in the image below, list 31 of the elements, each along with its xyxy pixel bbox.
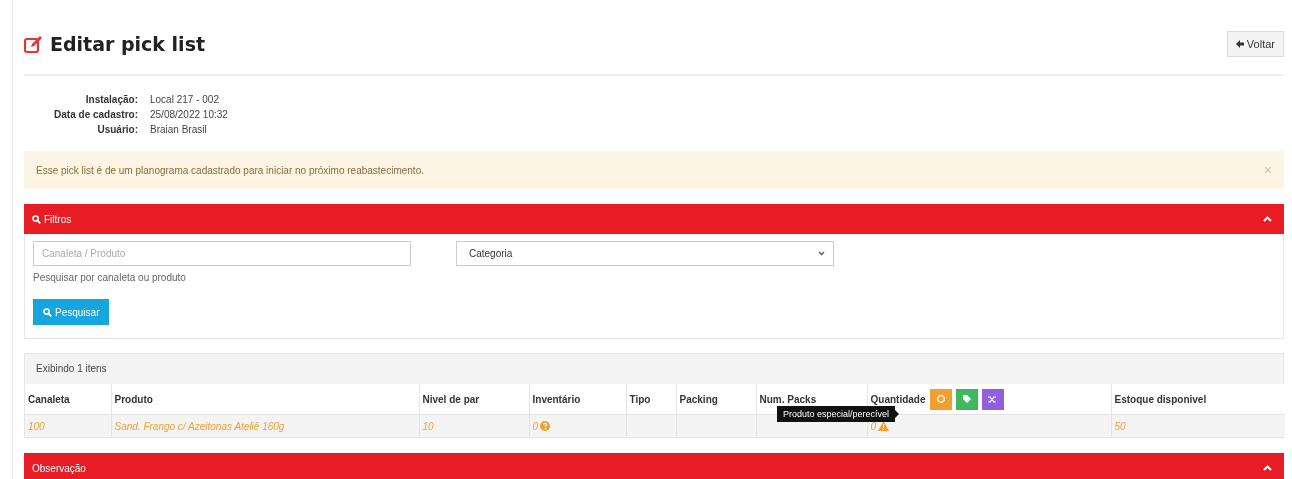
help-text: Pesquisar por canaleta ou produto: [33, 272, 186, 283]
table-cell: 50: [1114, 420, 1126, 432]
alert-message: Esse pick list é de um planograma cadastrado para iniciar no próximo reabastecimento.: [36, 164, 424, 176]
field-label: Usuário:: [97, 123, 138, 137]
column-header: Produto: [114, 393, 153, 405]
column-header: Quantidade: [870, 393, 926, 405]
panel-title: Observação: [32, 462, 86, 474]
column-header: Estoque disponivel: [1114, 393, 1207, 405]
column-header: Packing: [679, 393, 718, 405]
table-cell: 0: [532, 420, 539, 432]
field-value: 25/08/2022 10:32: [150, 108, 229, 122]
column-header: Inventário: [532, 393, 581, 405]
page-title: Editar pick list: [50, 33, 206, 55]
column-header: Nivel de par: [422, 393, 480, 405]
category-dropdown[interactable]: Categoria: [456, 241, 834, 266]
column-header: Tipo: [629, 393, 651, 405]
table-cell: 0: [870, 420, 877, 432]
back-button[interactable]: Voltar: [1226, 31, 1284, 57]
item-count: Exibindo 1 itens: [25, 354, 1283, 384]
column-header: Canaleta: [28, 393, 70, 405]
field-value: Braian Brasil: [150, 123, 208, 137]
table-cell: 10: [422, 420, 434, 432]
column-header: Num. Packs: [759, 393, 817, 405]
field-value: Local 217 - 002: [150, 93, 220, 107]
search-field[interactable]: Canaleta / Produto: [33, 241, 411, 266]
tooltip: Produto especial/perecível: [777, 406, 896, 422]
panel-title: Filtros: [32, 213, 72, 225]
field-label: Data de cadastro:: [54, 108, 138, 122]
field-label: Instalação:: [85, 93, 138, 107]
table-cell: 100: [28, 420, 45, 432]
table-cell: Sand. Frango c/ Azeitonas Ateliê 160g: [114, 420, 285, 432]
